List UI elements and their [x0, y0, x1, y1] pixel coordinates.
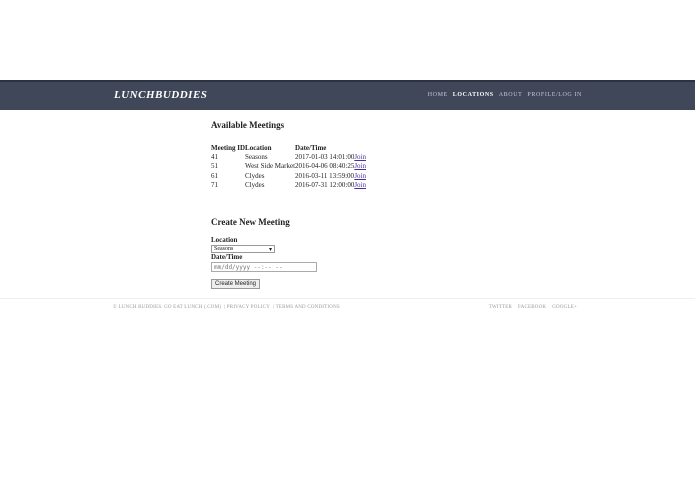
table-header-row: Meeting ID Location Date/Time	[211, 143, 366, 152]
create-meeting-button[interactable]: Create Meeting	[211, 279, 261, 289]
meeting-datetime: 2016-04-06 08:40:25	[295, 162, 355, 171]
meeting-datetime: 2017-01-03 14:01:00	[295, 152, 355, 161]
create-meeting-title: Create New Meeting	[211, 217, 290, 227]
footer-social: TWITTER FACEBOOK GOOGLE+	[489, 305, 577, 310]
meeting-location: West Side Market	[245, 162, 296, 171]
join-link[interactable]: Join	[354, 162, 366, 170]
datetime-input[interactable]: mm/dd/yyyy --:-- --	[211, 262, 317, 272]
join-link[interactable]: Join	[354, 153, 366, 161]
nav-profile-login[interactable]: PROFILE/LOG IN	[527, 92, 582, 98]
meetings-title: Available Meetings	[211, 120, 285, 130]
col-action	[354, 143, 366, 152]
meeting-datetime: 2016-03-11 13:59:00	[295, 171, 355, 180]
datetime-label: Date/Time	[211, 253, 243, 261]
table-row: 71 Clydes 2016-07-31 12:00:00 Join	[211, 181, 366, 191]
meeting-datetime: 2016-07-31 12:00:00	[295, 181, 355, 190]
location-select-value: Seasons	[214, 246, 234, 252]
col-datetime: Date/Time	[295, 143, 327, 152]
join-link[interactable]: Join	[354, 172, 366, 180]
footer-privacy-link[interactable]: PRIVACY POLICY	[227, 305, 270, 310]
join-link[interactable]: Join	[354, 181, 366, 189]
chevron-down-icon: ▾	[268, 246, 272, 253]
table-row: 61 Clydes 2016-03-11 13:59:00 Join	[211, 171, 366, 181]
footer-divider	[0, 298, 695, 299]
meeting-id: 51	[211, 162, 218, 171]
location-label: Location	[211, 236, 238, 244]
brand-logo[interactable]: LunchBuddies	[114, 89, 207, 101]
google-plus-link[interactable]: GOOGLE+	[552, 305, 577, 310]
nav-locations[interactable]: LOCATIONS	[453, 92, 494, 98]
meeting-location: Clydes	[245, 181, 265, 190]
twitter-link[interactable]: TWITTER	[489, 305, 512, 310]
table-row: 51 West Side Market 2016-04-06 08:40:25 …	[211, 162, 366, 172]
create-meeting-section: Create New Meeting Location Seasons ▾ Da…	[211, 217, 317, 290]
col-location: Location	[245, 143, 272, 152]
meetings-section: Available Meetings Meeting ID Location D…	[211, 120, 366, 190]
navbar: LunchBuddies HOME LOCATIONS ABOUT PROFIL…	[0, 80, 695, 110]
meeting-location: Seasons	[245, 152, 268, 161]
meeting-location: Clydes	[245, 171, 265, 180]
main-nav: HOME LOCATIONS ABOUT PROFILE/LOG IN	[428, 92, 582, 98]
col-meeting-id: Meeting ID	[211, 143, 246, 152]
table-row: 41 Seasons 2017-01-03 14:01:00 Join	[211, 152, 366, 162]
footer-links: © LUNCH BUDDIES. GO EAT LUNCH (.COM) | PR…	[113, 305, 340, 310]
footer-copyright: © LUNCH BUDDIES. GO EAT LUNCH (.COM)	[113, 305, 222, 310]
nav-home[interactable]: HOME	[428, 92, 448, 98]
location-select[interactable]: Seasons ▾	[211, 245, 275, 253]
meeting-id: 61	[211, 171, 218, 180]
meeting-id: 71	[211, 181, 218, 190]
meeting-id: 41	[211, 152, 218, 161]
nav-about[interactable]: ABOUT	[499, 92, 523, 98]
meetings-table: Meeting ID Location Date/Time 41 Seasons…	[211, 143, 366, 190]
footer-terms-link[interactable]: TERMS AND CONDITIONS	[276, 305, 340, 310]
facebook-link[interactable]: FACEBOOK	[518, 305, 546, 310]
